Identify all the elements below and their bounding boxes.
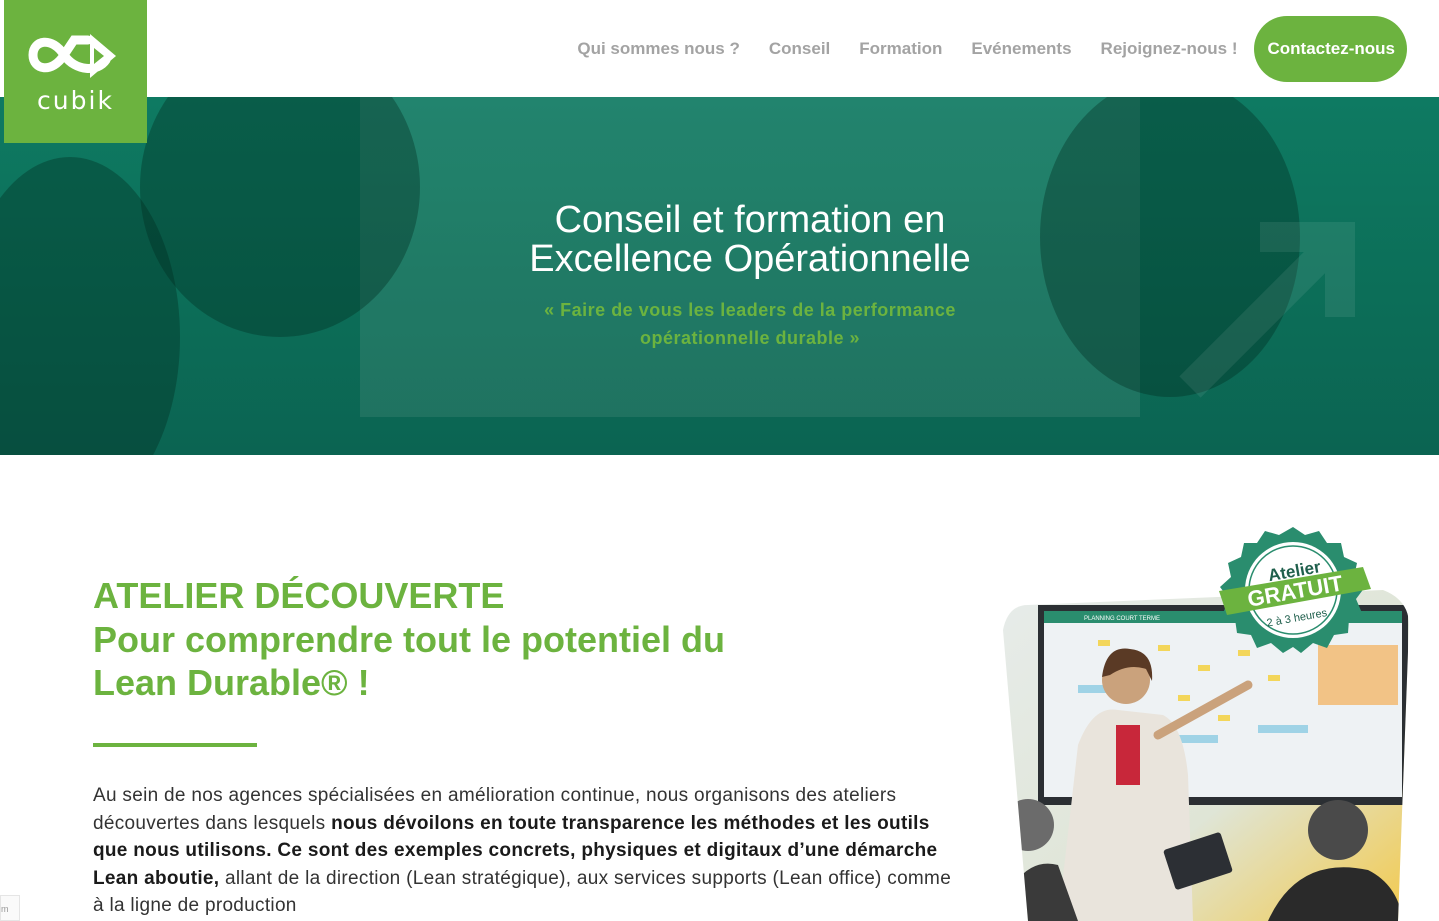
section-headline-line2: Lean Durable® ! (93, 662, 370, 703)
logo-wordmark: cubik (37, 86, 114, 115)
cubik-infinity-icon (27, 34, 116, 78)
nav-link-evenements[interactable]: Evénements (971, 39, 1071, 59)
nav-link-about[interactable]: Qui sommes nous ? (577, 39, 739, 59)
nav-link-formation[interactable]: Formation (859, 39, 942, 59)
site-header: Qui sommes nous ? Conseil Formation Evén… (0, 0, 1439, 97)
hero-banner: Conseil et formation en Excellence Opéra… (0, 97, 1439, 455)
paragraph-outro: allant de la direction (Lean stratégique… (93, 867, 952, 917)
section-divider (93, 743, 257, 747)
hero-title-line2: Excellence Opérationnelle (529, 238, 971, 280)
hero-title-line1: Conseil et formation en (554, 199, 946, 241)
hero-subtitle-line2: opérationnelle durable » (639, 328, 861, 348)
gratuit-badge: Atelier GRATUIT 2 à 3 heures (1219, 527, 1371, 653)
section-headline-line1: Pour comprendre tout le potentiel du (93, 619, 726, 660)
section-headline: Pour comprendre tout le potentiel du Lea… (93, 618, 893, 704)
section-paragraph: Au sein de nos agences spécialisées en a… (93, 782, 963, 920)
nav-link-conseil[interactable]: Conseil (769, 39, 830, 59)
hero-subtitle-line1: « Faire de vous les leaders de la perfor… (544, 300, 956, 320)
audience-person-right (1308, 800, 1368, 860)
corner-tag[interactable]: m (0, 895, 20, 921)
contact-button[interactable]: Contactez-nous (1253, 16, 1407, 82)
main-nav: Qui sommes nous ? Conseil Formation Evén… (548, 16, 1407, 82)
screen-title: PLANNING COURT TERME (1084, 616, 1160, 622)
nav-link-rejoignez[interactable]: Rejoignez-nous ! (1101, 39, 1238, 59)
section-kicker: ATELIER DÉCOUVERTE (93, 575, 505, 616)
cubik-logo[interactable]: cubik (4, 0, 147, 143)
audience-person-left (1003, 799, 1054, 851)
